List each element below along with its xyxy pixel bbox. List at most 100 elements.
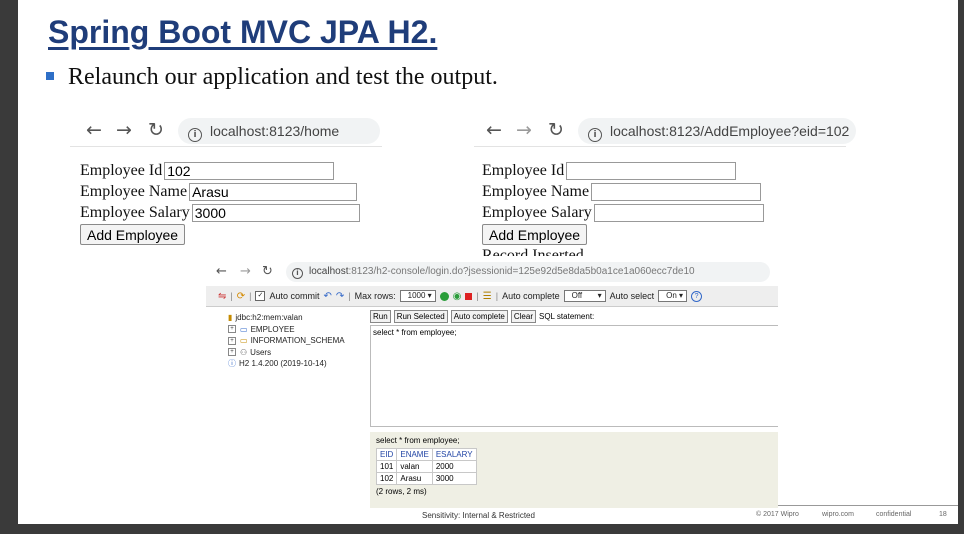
employee-name-label: Employee Name <box>80 182 188 200</box>
employee-salary-input[interactable] <box>593 203 764 222</box>
employee-id-input[interactable] <box>566 161 737 180</box>
history-icon[interactable]: ☰ <box>483 291 492 302</box>
help-icon[interactable]: ? <box>691 290 703 302</box>
result-panel: select * from employee; EID ENAME ESALAR… <box>370 432 778 508</box>
refresh-icon[interactable]: ⟳ <box>237 291 245 302</box>
toolbar-separator: | <box>230 291 233 301</box>
url-path: :8123/h2-console/login.do?jsessionid=125… <box>348 266 695 277</box>
auto-complete-button[interactable]: Auto complete <box>450 310 508 323</box>
auto-complete-select[interactable]: Off ▾ <box>563 290 606 302</box>
tree-item-users[interactable]: + ⚇ Users <box>228 347 345 359</box>
back-arrow-icon[interactable]: ← <box>86 120 102 140</box>
toolbar-separator: | <box>348 291 351 301</box>
address-bar[interactable]: i localhost:8123/AddEmployee?eid=102 <box>578 118 856 144</box>
auto-complete-label: Auto complete <box>502 291 560 301</box>
tree-item-employee[interactable]: + ▭ EMPLOYEE <box>228 324 345 336</box>
rollback-icon[interactable]: ↶ <box>323 291 331 302</box>
forward-arrow-icon[interactable]: → <box>516 120 532 140</box>
employee-id-label: Employee Id <box>482 161 565 179</box>
employee-name-input[interactable] <box>591 182 762 201</box>
add-employee-button[interactable]: Add Employee <box>482 224 588 245</box>
forward-arrow-icon[interactable]: → <box>240 262 251 282</box>
disconnect-icon[interactable]: ⇋ <box>218 291 226 302</box>
max-rows-select[interactable]: 1000 ▾ <box>399 290 436 302</box>
auto-complete-value: Off <box>571 291 583 300</box>
tree-version: ⓘ H2 1.4.200 (2019-10-14) <box>228 359 327 368</box>
reload-icon[interactable]: ↻ <box>548 120 564 140</box>
max-rows-value: 1000 <box>407 291 426 300</box>
auto-select-select[interactable]: On ▾ <box>658 290 688 302</box>
table-cell: 3000 <box>431 472 477 485</box>
employee-id-input[interactable] <box>164 161 335 180</box>
page-number: 18 <box>939 511 947 518</box>
sensitivity-footer: Sensitivity: Internal & Restricted <box>422 511 535 520</box>
toolbar-separator: | <box>476 291 479 301</box>
run-selected-icon[interactable]: ◉ <box>453 291 462 302</box>
employee-form: Employee Id Employee Name Employee Salar… <box>482 160 764 265</box>
table-icon: ▭ <box>240 324 248 334</box>
slide: Spring Boot MVC JPA H2. Relaunch our app… <box>18 0 958 524</box>
result-summary: (2 rows, 2 ms) <box>376 487 427 496</box>
run-selected-button[interactable]: Run Selected <box>393 310 448 323</box>
column-header[interactable]: ENAME <box>396 448 433 461</box>
info-icon[interactable]: i <box>292 268 303 279</box>
tree-item-information-schema[interactable]: + ▭ INFORMATION_SCHEMA <box>228 335 345 347</box>
info-icon: ⓘ <box>228 359 236 368</box>
back-arrow-icon[interactable]: ← <box>486 120 502 140</box>
schema-tree: ▮ jdbc:h2:mem:valan + ▭ EMPLOYEE + ▭ INFORMAT… <box>228 312 345 370</box>
column-header[interactable]: EID <box>375 448 398 461</box>
forward-arrow-icon[interactable]: → <box>116 120 132 140</box>
auto-select-value: On <box>666 291 677 300</box>
auto-commit-label: Auto commit <box>269 291 320 301</box>
employee-name-label: Employee Name <box>482 182 590 200</box>
h2-console-window: ← → ↻ i localhost:8123/h2-console/login.d… <box>206 256 778 508</box>
stop-icon[interactable] <box>465 292 473 300</box>
expand-icon[interactable]: + <box>228 336 236 345</box>
browser-window-add-employee: ← → ↻ i localhost:8123/AddEmployee?eid=10… <box>474 116 856 264</box>
employee-name-input[interactable] <box>189 182 358 201</box>
sql-statement-label: SQL statement: <box>538 312 595 321</box>
expand-icon[interactable]: + <box>228 325 236 334</box>
employee-salary-label: Employee Salary <box>482 203 592 221</box>
folder-icon: ▭ <box>240 336 248 345</box>
footer-copyright: © 2017 Wipro <box>756 511 799 518</box>
commit-icon[interactable]: ↷ <box>336 291 344 302</box>
table-cell: 2000 <box>431 460 477 473</box>
footer-site: wipro.com <box>822 511 854 518</box>
expand-icon[interactable]: + <box>228 348 236 357</box>
browser-navbar: ← → ↻ i localhost:8123/home <box>70 116 382 147</box>
run-icon[interactable] <box>439 291 449 301</box>
info-icon[interactable]: i <box>188 128 202 142</box>
table-row: 101 valan 2000 <box>375 460 477 473</box>
column-header[interactable]: ESALARY <box>431 448 477 461</box>
table-cell: 102 <box>375 472 398 485</box>
table-row: 102 Arasu 3000 <box>375 472 477 485</box>
address-bar[interactable]: i localhost:8123/h2-console/login.do?jses… <box>286 262 770 282</box>
result-query: select * from employee; <box>376 436 460 445</box>
sql-editor[interactable]: select * from employee; <box>370 325 778 427</box>
auto-commit-checkbox[interactable]: ✓ <box>255 291 266 301</box>
address-bar[interactable]: i localhost:8123/home <box>178 118 380 144</box>
employee-salary-input[interactable] <box>191 203 360 222</box>
info-icon[interactable]: i <box>588 128 602 142</box>
footer-divider <box>778 505 958 506</box>
result-table: EID ENAME ESALARY 101 valan 2000 102 Ara… <box>375 448 477 485</box>
reload-icon[interactable]: ↻ <box>262 262 273 282</box>
slide-title: Spring Boot MVC JPA H2. <box>48 14 438 50</box>
back-arrow-icon[interactable]: ← <box>216 262 227 282</box>
browser-window-home: ← → ↻ i localhost:8123/home Employee Id E… <box>70 116 382 246</box>
run-button[interactable]: Run <box>370 310 391 323</box>
table-cell: Arasu <box>396 472 433 485</box>
clear-button[interactable]: Clear <box>510 310 536 323</box>
employee-salary-label: Employee Salary <box>80 203 190 221</box>
reload-icon[interactable]: ↻ <box>148 120 164 140</box>
browser-navbar: ← → ↻ i localhost:8123/AddEmployee?eid=10… <box>474 116 856 147</box>
table-cell: valan <box>396 460 433 473</box>
url-text: localhost:8123/home <box>210 123 340 139</box>
add-employee-button[interactable]: Add Employee <box>80 224 186 245</box>
employee-id-label: Employee Id <box>80 161 163 179</box>
auto-select-label: Auto select <box>609 291 655 301</box>
browser-navbar: ← → ↻ i localhost:8123/h2-console/login.d… <box>214 260 778 282</box>
database-icon: ▮ <box>228 313 233 322</box>
tree-connection[interactable]: ▮ jdbc:h2:mem:valan <box>228 312 345 324</box>
